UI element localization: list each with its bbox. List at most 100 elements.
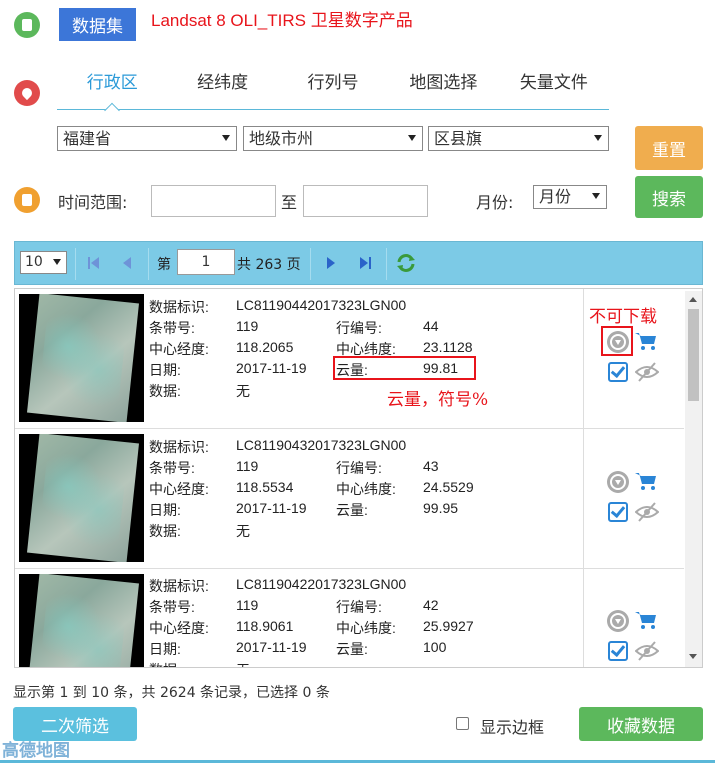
- data-label: 数据:: [149, 523, 181, 539]
- province-select[interactable]: 福建省: [57, 126, 237, 151]
- favorite-data-button[interactable]: 收藏数据: [579, 707, 703, 741]
- chevron-down-icon: [53, 259, 61, 265]
- row-value: 42: [423, 597, 439, 613]
- to-label: 至: [281, 193, 298, 212]
- preview-eye-icon[interactable]: [635, 362, 659, 382]
- preview-eye-icon[interactable]: [635, 641, 659, 661]
- page-total: 共 263 页: [237, 257, 301, 273]
- product-title: Landsat 8 OLI_TIRS 卫星数字产品: [151, 11, 413, 30]
- cloud-label: 云量:: [336, 502, 368, 518]
- refresh-icon[interactable]: [396, 253, 416, 273]
- annotation-cloud-box: [333, 356, 476, 380]
- scroll-up-icon[interactable]: [689, 297, 697, 302]
- lon-value: 118.9061: [236, 618, 294, 634]
- date-label: 日期:: [149, 502, 181, 518]
- county-select-value: 区县旗: [434, 129, 483, 148]
- map-brand-logo: 高德地图: [2, 741, 70, 761]
- last-page-icon[interactable]: [357, 255, 373, 271]
- page-size-value: 10: [25, 254, 43, 270]
- show-border-label: 显示边框: [480, 718, 545, 737]
- row-label: 行编号:: [336, 460, 382, 476]
- chevron-down-icon: [222, 135, 230, 141]
- province-select-value: 福建省: [63, 129, 112, 148]
- row-value: 44: [423, 318, 439, 334]
- tab-lat-lon[interactable]: 经纬度: [167, 68, 277, 109]
- divider: [0, 760, 715, 763]
- divider: [386, 248, 387, 280]
- reset-button[interactable]: 重置: [635, 126, 703, 170]
- cart-icon[interactable]: [635, 331, 657, 351]
- date-value: 2017-11-19: [236, 360, 307, 376]
- page-number-input[interactable]: 1: [177, 249, 235, 275]
- scrollbar-thumb[interactable]: [688, 309, 699, 401]
- id-label: 数据标识:: [149, 299, 209, 315]
- chevron-down-icon: [408, 135, 416, 141]
- dataset-button[interactable]: 数据集: [59, 8, 136, 41]
- date-label: 日期:: [149, 641, 181, 657]
- county-select[interactable]: 区县旗: [428, 126, 609, 151]
- data-label: 数据:: [149, 660, 181, 667]
- tab-admin-region[interactable]: 行政区: [57, 68, 167, 109]
- start-date-input[interactable]: [151, 185, 276, 217]
- divider: [75, 248, 76, 280]
- scroll-down-icon[interactable]: [689, 654, 697, 659]
- scene-thumbnail[interactable]: [19, 574, 144, 667]
- lon-label: 中心经度:: [149, 481, 209, 497]
- lon-value: 118.5534: [236, 479, 294, 495]
- list-scrollbar[interactable]: [685, 291, 702, 667]
- row-label: 行编号:: [336, 320, 382, 336]
- select-checkbox-icon[interactable]: [608, 641, 628, 661]
- id-value: LC81190422017323LGN00: [236, 576, 407, 592]
- time-range-label: 时间范围:: [58, 193, 128, 212]
- next-page-icon[interactable]: [323, 255, 339, 271]
- scene-thumbnail[interactable]: [19, 434, 144, 562]
- path-value: 119: [236, 597, 259, 613]
- path-label: 条带号:: [149, 460, 195, 476]
- chevron-down-icon: [592, 193, 600, 199]
- month-label: 月份:: [476, 193, 514, 212]
- data-value: 无: [236, 383, 250, 399]
- data-value: 无: [236, 660, 250, 667]
- month-select[interactable]: 月份: [533, 185, 607, 209]
- prev-page-icon[interactable]: [119, 255, 135, 271]
- cloud-value: 100: [423, 639, 447, 655]
- date-value: 2017-11-19: [236, 639, 307, 655]
- end-date-input[interactable]: [303, 185, 428, 217]
- tab-path-row[interactable]: 行列号: [278, 68, 388, 109]
- location-pin-icon: [14, 80, 40, 106]
- cart-icon[interactable]: [635, 610, 657, 630]
- lon-label: 中心经度:: [149, 341, 209, 357]
- download-icon[interactable]: [607, 610, 629, 632]
- id-value: LC81190432017323LGN00: [236, 437, 407, 453]
- path-label: 条带号:: [149, 599, 195, 615]
- month-select-value: 月份: [539, 187, 572, 206]
- city-select[interactable]: 地级市州: [243, 126, 423, 151]
- data-label: 数据:: [149, 383, 181, 399]
- select-checkbox-icon[interactable]: [608, 502, 628, 522]
- tab-vector-file[interactable]: 矢量文件: [499, 68, 609, 109]
- lat-label: 中心纬度:: [336, 620, 396, 636]
- tab-map-select[interactable]: 地图选择: [388, 68, 498, 109]
- page-size-select[interactable]: 10: [20, 251, 67, 274]
- cart-icon[interactable]: [635, 471, 657, 491]
- show-border-checkbox[interactable]: [456, 717, 469, 730]
- preview-eye-icon[interactable]: [635, 502, 659, 522]
- id-value: LC81190442017323LGN00: [236, 297, 407, 313]
- first-page-icon[interactable]: [85, 255, 101, 271]
- lat-value: 23.1128: [423, 339, 473, 355]
- data-value: 无: [236, 523, 250, 539]
- scene-thumbnail[interactable]: [19, 294, 144, 422]
- download-icon[interactable]: [607, 471, 629, 493]
- path-value: 119: [236, 458, 259, 474]
- lat-value: 24.5529: [423, 479, 474, 495]
- result-list: 数据标识: LC81190442017323LGN00 条带号: 119 行编号…: [14, 288, 703, 668]
- search-button[interactable]: 搜索: [635, 176, 703, 218]
- id-label: 数据标识:: [149, 578, 209, 594]
- lat-label: 中心纬度:: [336, 481, 396, 497]
- cloud-value: 99.95: [423, 500, 459, 516]
- pagination-bar: 10 第 1 共 263 页: [14, 241, 703, 285]
- select-checkbox-icon[interactable]: [608, 362, 628, 382]
- chevron-down-icon: [594, 135, 602, 141]
- annotation-download-box: [601, 326, 633, 356]
- dataset-icon: [14, 12, 40, 38]
